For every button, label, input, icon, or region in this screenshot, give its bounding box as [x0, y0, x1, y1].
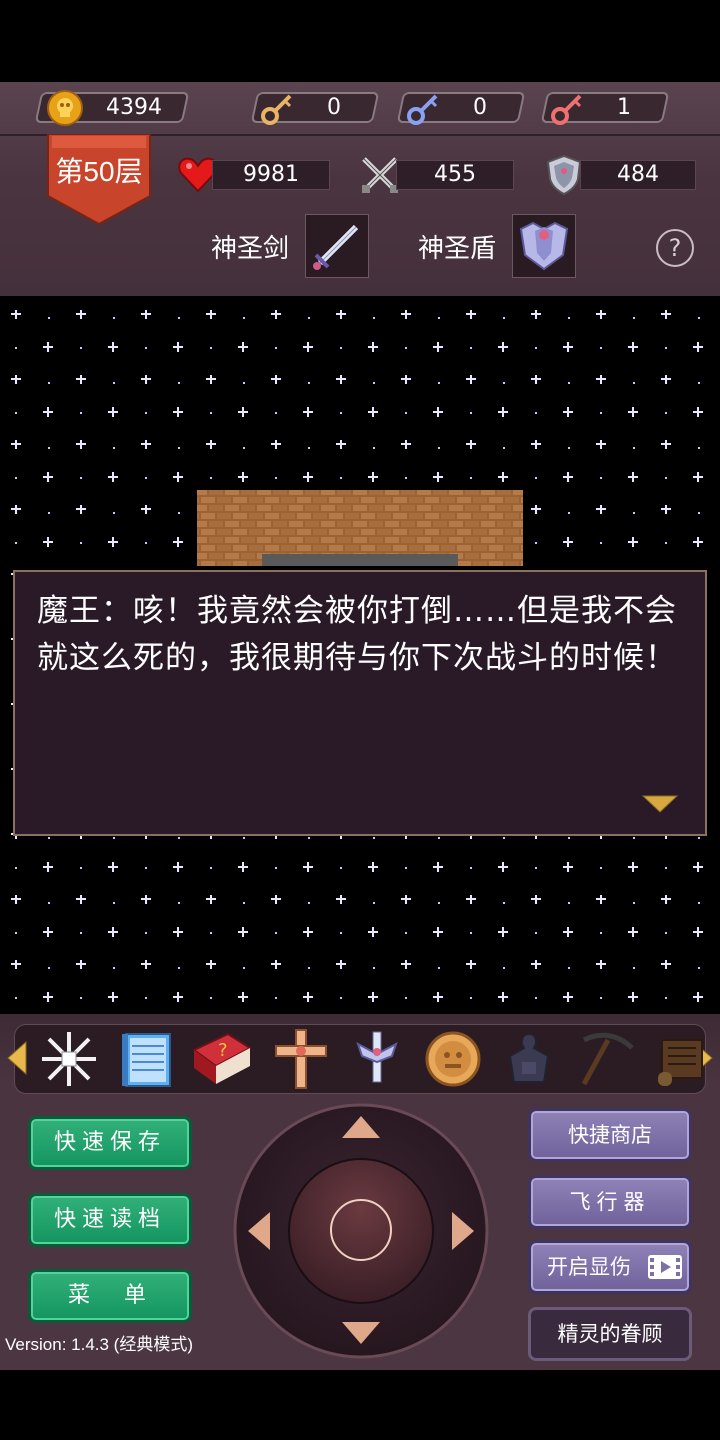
armor-name: 神圣盾 — [418, 234, 497, 264]
attack-box: 455 — [396, 160, 514, 190]
attack-value: 455 — [434, 162, 476, 187]
gold-coin-icon — [47, 90, 83, 126]
version-label: Version: 1.4.3 (经典模式) — [5, 1335, 194, 1354]
yellow-key-icon — [261, 94, 292, 125]
hp-box: 9981 — [212, 160, 330, 190]
red-key-value: 1 — [617, 95, 631, 120]
coin-icon[interactable] — [420, 1026, 486, 1092]
menu-button[interactable]: 菜 单 — [28, 1269, 192, 1323]
weapon-slot[interactable] — [305, 214, 369, 278]
gold-value: 4394 — [106, 95, 162, 120]
holy-shield-icon — [519, 221, 569, 271]
hp-value: 9981 — [243, 162, 299, 187]
defense-box: 484 — [580, 160, 696, 190]
blue-key-value: 0 — [473, 95, 487, 120]
quick-load-button[interactable]: 快速读档 — [28, 1193, 192, 1247]
item-scroll-left-icon[interactable] — [6, 1040, 28, 1076]
floor-label: 第50层 — [55, 156, 143, 187]
dialog-continue-arrow-icon[interactable] — [641, 794, 679, 814]
yellow-key-value: 0 — [327, 95, 341, 120]
armor-slot[interactable] — [512, 214, 576, 278]
video-icon — [648, 1255, 682, 1279]
defense-value: 484 — [617, 162, 659, 187]
svg-text:?: ? — [218, 1040, 228, 1061]
monster-book-icon[interactable]: ? — [188, 1026, 254, 1092]
notebook-icon[interactable] — [114, 1026, 180, 1092]
red-key-icon — [551, 94, 582, 125]
holy-sword-item-icon[interactable] — [344, 1026, 410, 1092]
cross-icon[interactable] — [268, 1026, 334, 1092]
scroll-icon[interactable] — [648, 1026, 714, 1092]
fairy-favor-button[interactable]: 精灵的眷顾 — [528, 1307, 692, 1361]
show-damage-label: 开启显伤 — [547, 1255, 631, 1279]
snowflake-icon[interactable] — [36, 1026, 102, 1092]
dialog-text: 魔王：咳！我竟然会被你打倒……但是我不会就这么死的，我很期待与你下次战斗的时候！ — [37, 593, 677, 676]
show-damage-button[interactable]: 开启显伤 — [528, 1240, 692, 1294]
holy-sword-icon — [313, 224, 359, 270]
magic-key-icon[interactable] — [496, 1026, 562, 1092]
pickaxe-icon[interactable] — [574, 1026, 640, 1092]
blue-key-icon — [407, 94, 438, 125]
dialog-box[interactable]: 魔王：咳！我竟然会被你打倒……但是我不会就这么死的，我很期待与你下次战斗的时候！ — [13, 570, 707, 836]
quick-save-button[interactable]: 快速保存 — [28, 1116, 192, 1170]
flyer-button[interactable]: 飞行器 — [528, 1175, 692, 1229]
help-button[interactable]: ? — [656, 229, 694, 267]
direction-pad — [233, 1103, 489, 1359]
weapon-name: 神圣剑 — [211, 234, 290, 264]
quick-shop-button[interactable]: 快捷商店 — [528, 1108, 692, 1162]
